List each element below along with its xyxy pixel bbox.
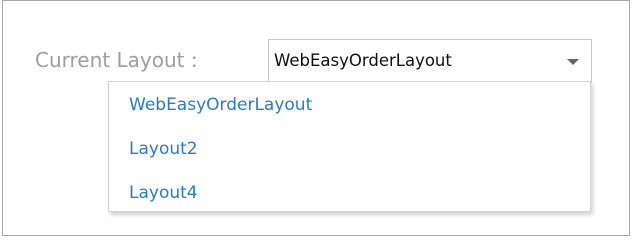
layout-select[interactable]: WebEasyOrderLayout: [268, 39, 592, 83]
layout-option-webeasyorderlayout[interactable]: WebEasyOrderLayout: [129, 95, 312, 115]
layout-option-layout4[interactable]: Layout4: [129, 183, 198, 203]
chevron-down-icon[interactable]: [567, 59, 579, 65]
layout-panel: Current Layout : WebEasyOrderLayout WebE…: [2, 0, 630, 236]
layout-dropdown-list: WebEasyOrderLayout Layout2 Layout4: [108, 81, 591, 212]
current-layout-label: Current Layout :: [35, 48, 198, 72]
layout-select-value: WebEasyOrderLayout: [274, 51, 452, 70]
layout-option-layout2[interactable]: Layout2: [129, 139, 198, 159]
